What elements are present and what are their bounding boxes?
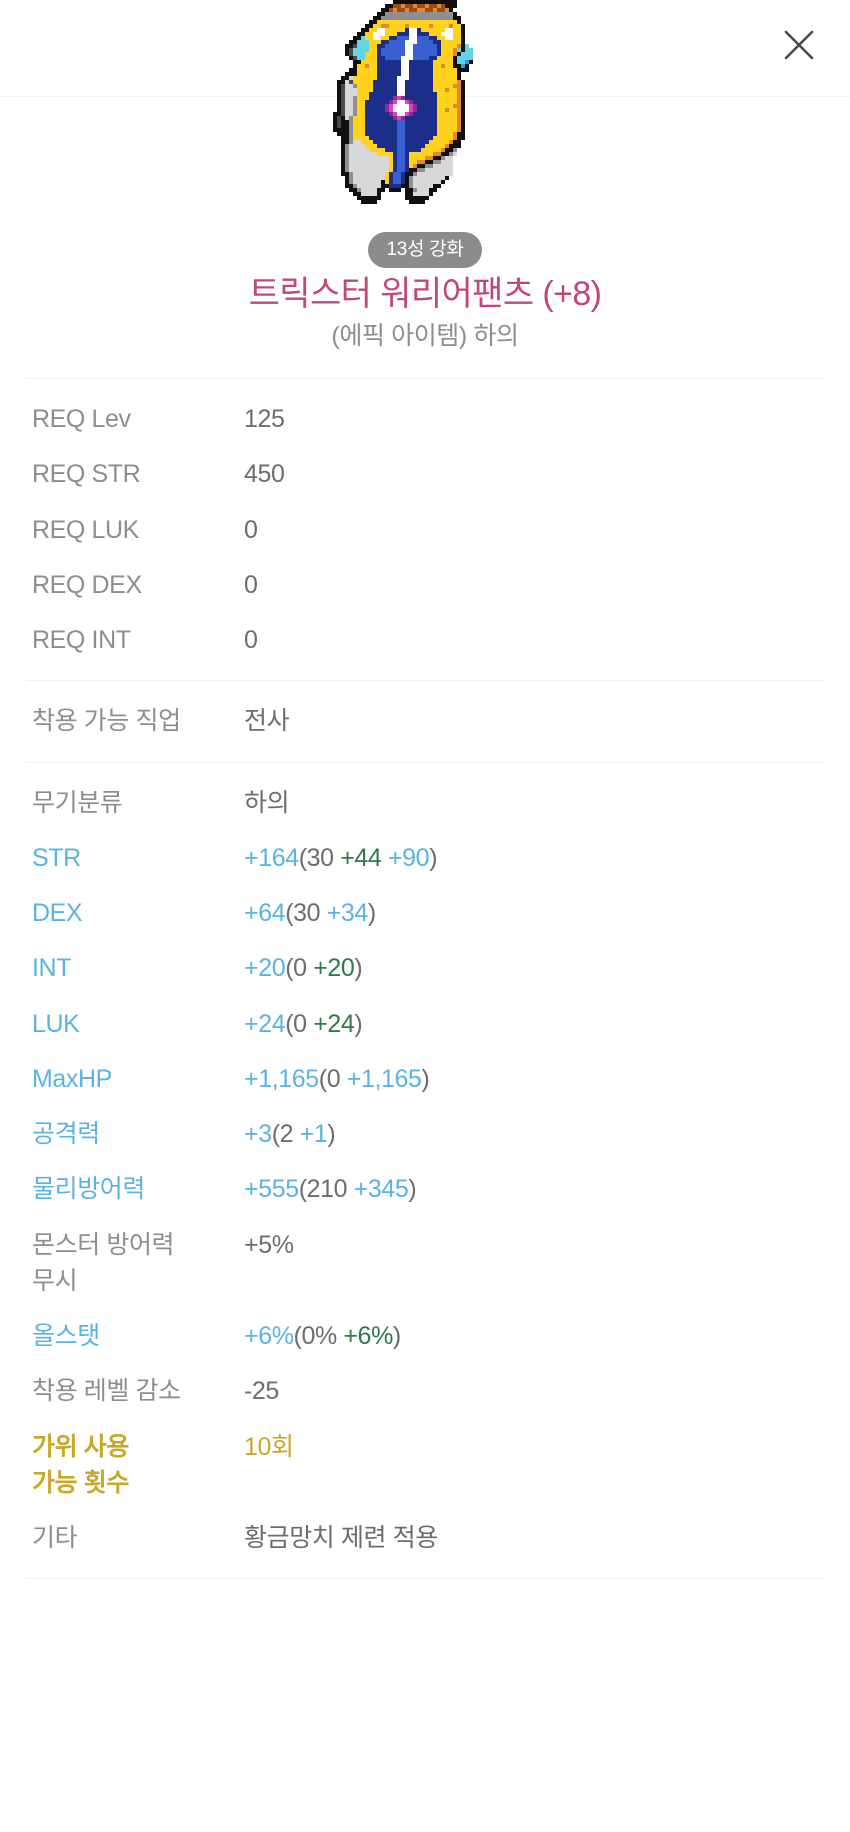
trickster-warrior-pants-sprite (329, 0, 521, 208)
stat-value: 0 (244, 570, 258, 599)
detail-row: 몬스터 방어력 무시 +5% (32, 1217, 818, 1309)
stat-label: REQ INT (32, 626, 131, 654)
stat-label: 몬스터 방어력 무시 (32, 1230, 175, 1295)
item-detail-page: 13성 강화 트릭스터 워리어팬츠 (+8) (에픽 아이템) 하의 REQ L… (0, 0, 850, 1832)
detail-row: INT +20(0 +20) (32, 940, 818, 995)
detail-row: 기타 황금망치 제련 적용 (32, 1510, 818, 1578)
stat-label: REQ STR (32, 460, 141, 489)
detail-row: STR +164(30 +44 +90) (32, 830, 818, 885)
stat-label: 기타 (32, 1524, 78, 1552)
stat-label: 물리방어력 (32, 1175, 146, 1204)
item-subtitle: (에픽 아이템) 하의 (331, 322, 519, 350)
stat-value: +24(0 +24) (244, 1009, 363, 1038)
stat-value: 125 (244, 405, 285, 433)
stat-label: 착용 레벨 감소 (32, 1377, 181, 1406)
enhancement-badge: 13성 강화 (368, 232, 482, 268)
stat-value: +5% (244, 1230, 294, 1259)
stat-label: 올스탯 (32, 1322, 100, 1350)
stat-value: 황금망치 제련 적용 (244, 1524, 438, 1552)
requirements-group: REQ Lev 125 REQ STR 450 REQ LUK 0 REQ DEX 0 REQ … (0, 379, 850, 680)
stat-value: +1,165(0 +1,165) (244, 1064, 430, 1093)
stat-value: 전사 (244, 707, 290, 736)
stat-value: +6%(0% +6%) (244, 1322, 401, 1350)
stat-value: +555(210 +345) (244, 1175, 417, 1204)
detail-row: 착용 레벨 감소 -25 (32, 1363, 818, 1418)
stat-value: -25 (244, 1377, 279, 1406)
stat-label: REQ DEX (32, 570, 142, 599)
requirement-row: REQ DEX 0 (32, 557, 818, 612)
detail-row: LUK +24(0 +24) (32, 996, 818, 1051)
close-icon (784, 30, 814, 60)
stat-value: 0 (244, 515, 258, 544)
requirement-row: REQ Lev 125 (32, 379, 818, 446)
stat-value: 0 (244, 626, 258, 654)
requirement-row: REQ INT 0 (32, 612, 818, 680)
stat-label: REQ Lev (32, 405, 131, 433)
stat-value: 10회 (244, 1432, 294, 1461)
item-stats: REQ Lev 125 REQ STR 450 REQ LUK 0 REQ DEX 0 REQ … (0, 378, 850, 1580)
stat-label: REQ LUK (32, 515, 139, 544)
stat-value: +64(30 +34) (244, 899, 376, 927)
detail-row: 무기분류 하의 (32, 763, 818, 830)
detail-row: 공격력 +3(2 +1) (32, 1106, 818, 1161)
stat-label: 가위 사용 가능 횟수 (32, 1432, 129, 1497)
item-sprite-container (0, 0, 850, 214)
stat-label: INT (32, 954, 72, 983)
stat-label: MaxHP (32, 1064, 112, 1093)
enhancement-badge-row: 13성 강화 (0, 232, 850, 268)
stat-label: 착용 가능 직업 (32, 707, 181, 736)
stat-value: +20(0 +20) (244, 954, 363, 983)
requirement-row: REQ LUK 0 (32, 502, 818, 557)
detail-row: MaxHP +1,165(0 +1,165) (32, 1051, 818, 1106)
detail-row: 가위 사용 가능 횟수 10회 (32, 1419, 818, 1511)
stat-label: 무기분류 (32, 788, 123, 817)
stat-value: 450 (244, 460, 285, 489)
job-group: 착용 가능 직업 전사 (0, 681, 850, 761)
stat-label: 공격력 (32, 1120, 100, 1148)
stat-value: +164(30 +44 +90) (244, 843, 438, 872)
detail-row: DEX +64(30 +34) (32, 885, 818, 940)
stat-label: DEX (32, 899, 83, 927)
divider (26, 1578, 824, 1580)
stat-label: STR (32, 843, 81, 872)
stat-value: 하의 (244, 788, 290, 817)
close-button[interactable] (768, 14, 830, 76)
stat-label: LUK (32, 1009, 80, 1038)
job-row: 착용 가능 직업 전사 (32, 681, 818, 761)
requirement-row: REQ STR 450 (32, 446, 818, 501)
detail-row: 물리방어력 +555(210 +345) (32, 1161, 818, 1216)
item-title: 트릭스터 워리어팬츠 (+8) (248, 275, 602, 313)
details-group: 무기분류 하의 STR +164(30 +44 +90) DEX +64(30 +34) I… (0, 763, 850, 1579)
stat-value: +3(2 +1) (244, 1120, 336, 1148)
detail-row: 올스탯 +6%(0% +6%) (32, 1308, 818, 1363)
